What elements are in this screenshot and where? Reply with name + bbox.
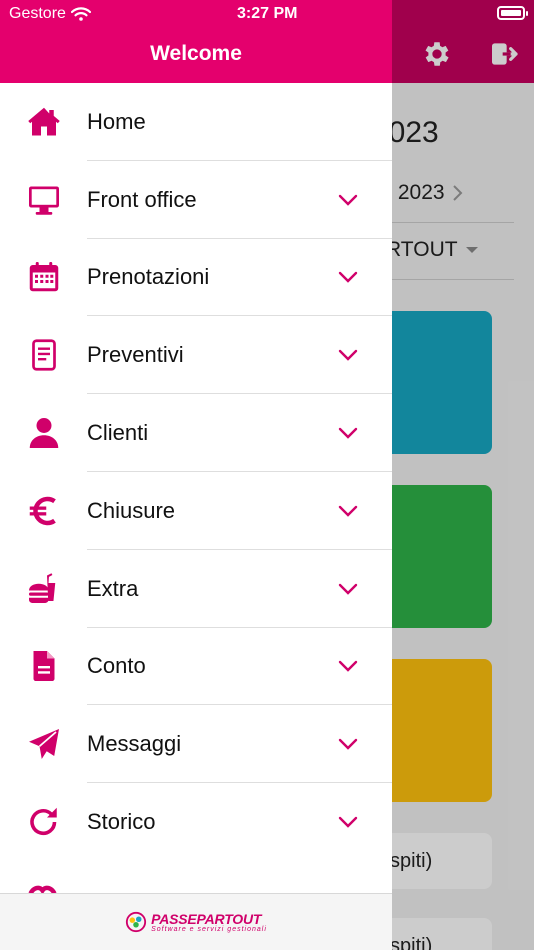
invoice-icon [26, 648, 62, 684]
brand-tagline: Software e servizi gestionali [151, 925, 267, 933]
menu-item-chiusure[interactable]: Chiusure [0, 472, 392, 550]
passepartout-logo: PASSEPARTOUT Software e servizi gestiona… [125, 911, 267, 933]
refresh-icon [26, 804, 62, 840]
menu-item-label: Extra [87, 575, 139, 601]
menu-item-clienti[interactable]: Clienti [0, 394, 392, 472]
send-icon [26, 726, 62, 762]
food-drink-icon [26, 571, 62, 607]
carrier-group: Gestore [9, 5, 91, 23]
menu-item-prenotazioni[interactable]: Prenotazioni [0, 239, 392, 317]
menu-item-label: Prenotazioni [87, 264, 210, 290]
drawer-footer: PASSEPARTOUT Software e servizi gestiona… [0, 893, 392, 950]
calendar-icon [26, 259, 62, 295]
menu-item-label: Preventivi [87, 342, 184, 368]
menu-item-storico[interactable]: Storico [0, 783, 392, 861]
menu-item-extra[interactable]: Extra [0, 550, 392, 628]
partial-menu-icon [26, 880, 62, 894]
user-icon [26, 415, 62, 451]
battery-nub [526, 11, 528, 16]
menu-item-preventivi[interactable]: Preventivi [0, 316, 392, 395]
chevron-down-icon[interactable] [336, 499, 360, 523]
chevron-down-icon[interactable] [336, 188, 360, 212]
menu-item-label: Messaggi [87, 731, 182, 757]
monitor-icon [26, 182, 62, 218]
menu-item-label: Clienti [87, 420, 149, 446]
wifi-icon [70, 7, 91, 21]
menu-item-conto[interactable]: Conto [0, 628, 392, 706]
drawer-title: Welcome [150, 42, 242, 65]
menu-item-home[interactable]: Home [0, 83, 392, 161]
menu-item-front-office[interactable]: Front office [0, 161, 392, 239]
menu-item-label: Conto [87, 653, 146, 679]
euro-icon [26, 493, 62, 529]
menu-item-messaggi[interactable]: Messaggi [0, 705, 392, 784]
brand-name: PASSEPARTOUT [151, 910, 262, 927]
chevron-down-icon[interactable] [336, 343, 360, 367]
menu-item-label: Storico [87, 809, 156, 835]
carrier-name: Gestore [9, 5, 66, 22]
navigation-drawer: Welcome Home Front office Prenotazioni P… [0, 0, 392, 950]
menu-item-label: Home [87, 108, 146, 134]
status-bar: Gestore 3:27 PM [0, 0, 534, 28]
drawer-menu: Home Front office Prenotazioni Preventiv… [0, 83, 392, 861]
menu-item-label: Front office [87, 186, 197, 212]
chevron-down-icon[interactable] [336, 810, 360, 834]
chevron-down-icon[interactable] [336, 265, 360, 289]
status-time: 3:27 PM [237, 5, 298, 22]
chevron-down-icon[interactable] [336, 421, 360, 445]
home-icon [26, 104, 62, 140]
brand-logo-icon [126, 911, 147, 933]
battery-icon [497, 6, 525, 20]
chevron-down-icon[interactable] [336, 577, 360, 601]
menu-item-label: Chiusure [87, 497, 176, 523]
chevron-down-icon[interactable] [336, 654, 360, 678]
chevron-down-icon[interactable] [336, 732, 360, 756]
document-icon [26, 337, 62, 373]
